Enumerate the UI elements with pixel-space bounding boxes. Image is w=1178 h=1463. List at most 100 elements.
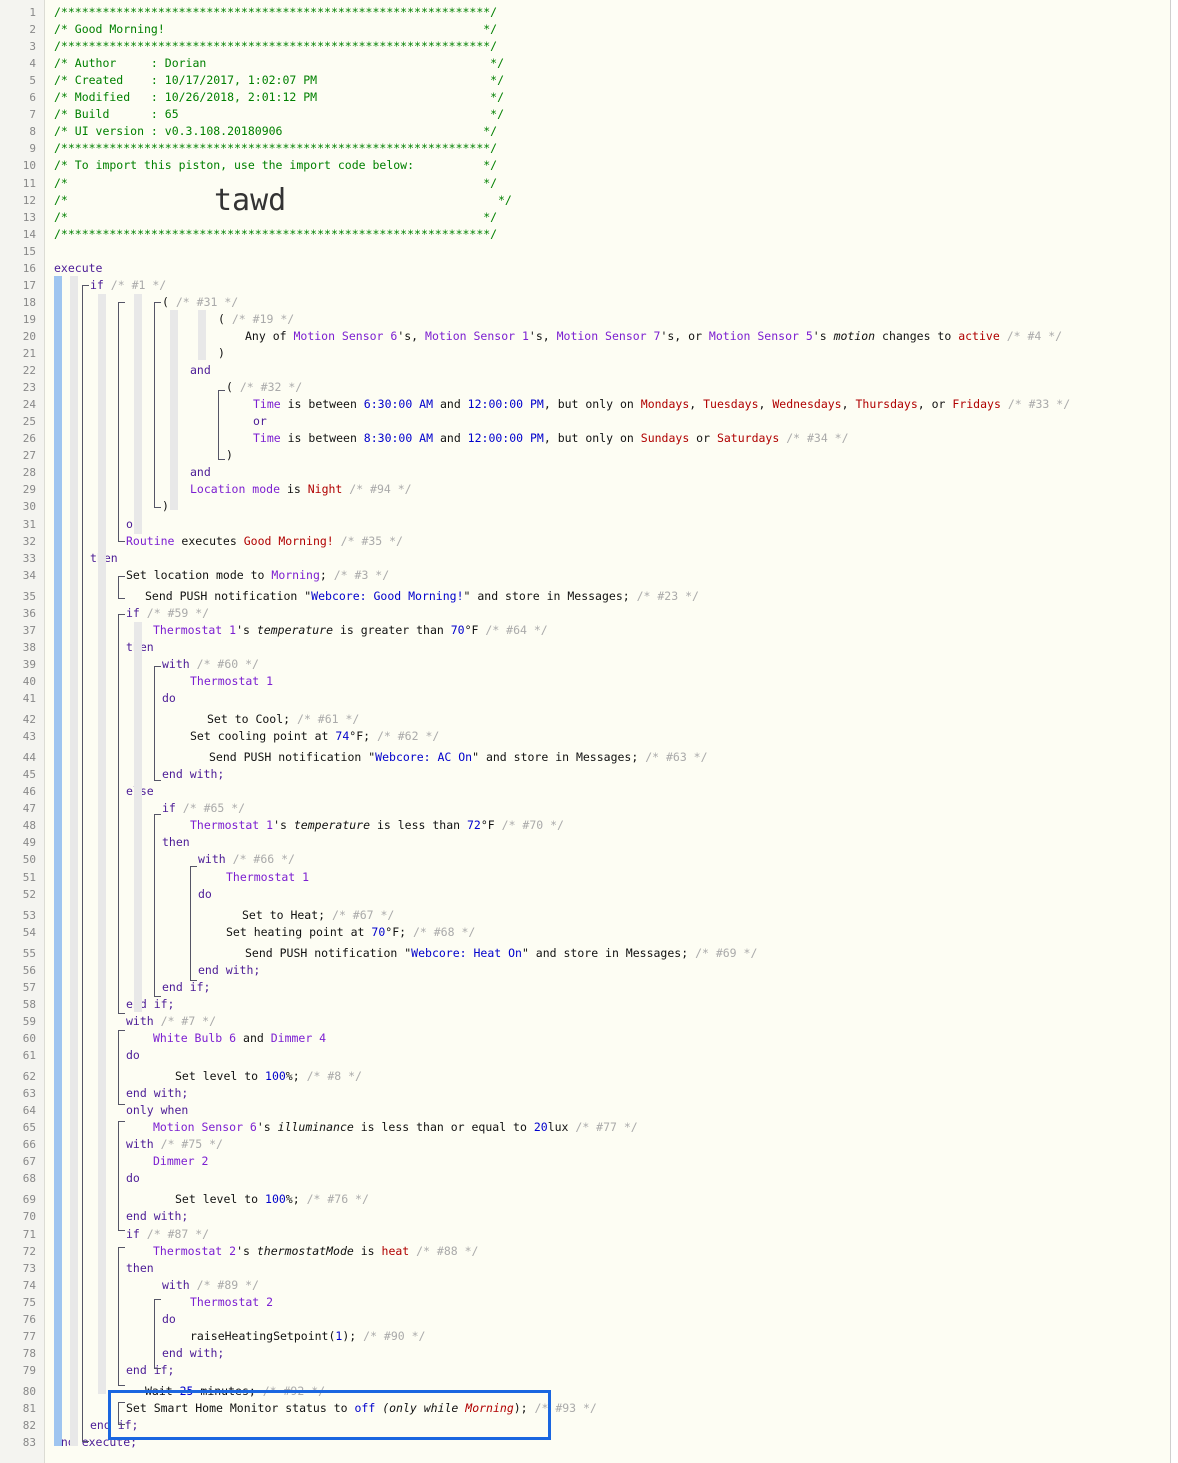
keyword-end-if: end if;	[162, 979, 211, 994]
statement-id: /* #76 */	[306, 1192, 369, 1207]
with-statement-60[interactable]: with /* #60 */	[162, 656, 259, 673]
device-thermostat-1[interactable]: Thermostat 1	[190, 673, 273, 690]
if-block-bar	[70, 276, 78, 1446]
with-statement-75[interactable]: with /* #75 */	[126, 1136, 223, 1153]
device-name: Motion Sensor 1	[425, 328, 529, 343]
device-list[interactable]: White Bulb 6 and Dimmer 4	[153, 1030, 326, 1047]
piston-code-viewer: 1 2 3 4 5 6 7 8 9 10 11 12 13 14 15 16 17 18 19 20 21 22 23 24 2…	[0, 0, 1171, 1463]
import-code: tawd	[214, 183, 287, 218]
device-thermostat-1[interactable]: Thermostat 1	[226, 869, 309, 886]
operator-and[interactable]: and	[190, 464, 211, 481]
action-set-level[interactable]: Set level to 100%; /* #8 */	[175, 1068, 362, 1085]
if-statement-87[interactable]: if /* #87 */	[126, 1226, 209, 1243]
day-value: Fridays	[952, 397, 1001, 412]
condition-thermostat-greater[interactable]: Thermostat 1's temperature is greater th…	[153, 622, 548, 639]
condition-text: Any of	[245, 328, 294, 343]
action-set-heat[interactable]: Set to Heat; /* #67 */	[242, 907, 394, 924]
condition-motion[interactable]: Any of Motion Sensor 6's, Motion Sensor …	[245, 328, 1062, 345]
operator-and[interactable]: and	[190, 362, 211, 379]
line-number: 62	[22, 1070, 36, 1084]
line-number: 11	[22, 176, 36, 190]
operator-or[interactable]: or	[253, 413, 267, 430]
condition-location-mode[interactable]: Location mode is Night /* #94 */	[190, 481, 412, 498]
separator: ,	[758, 397, 773, 412]
line-number: 16	[22, 261, 36, 275]
time-value: 12:00:00 PM	[467, 397, 544, 412]
with-statement-7[interactable]: with /* #7 */	[126, 1013, 216, 1030]
close-paren: )	[162, 499, 169, 514]
statement-id: /* #59 */	[146, 605, 210, 620]
statement-id: /* #65 */	[182, 801, 246, 816]
if-statement-1[interactable]: if /* #1 */	[90, 277, 166, 294]
action-set-location-mode[interactable]: Set location mode to Morning; /* #3 */	[126, 567, 389, 584]
line-number: 75	[22, 1295, 36, 1309]
number-value: 74	[335, 729, 350, 744]
action-text: ;	[319, 567, 327, 582]
line-number: 1	[29, 6, 36, 19]
message-text: Webcore: AC On	[375, 750, 473, 765]
line-number: 5	[29, 74, 36, 88]
line-number: 38	[22, 640, 36, 654]
line-number: 81	[22, 1402, 36, 1415]
condition-text: is between	[280, 431, 364, 446]
group-19[interactable]: ( /* #19 */	[218, 311, 294, 328]
attribute-name: illuminance	[277, 1120, 354, 1135]
action-set-level[interactable]: Set level to 100%; /* #76 */	[175, 1191, 369, 1208]
device-dimmer-2[interactable]: Dimmer 2	[153, 1153, 208, 1170]
line-number: 61	[22, 1049, 36, 1062]
line-number: 58	[22, 997, 36, 1011]
action-set-cooling-point[interactable]: Set cooling point at 74°F; /* #62 */	[190, 728, 439, 745]
line-number: 8	[29, 125, 36, 139]
line-number: 4	[29, 57, 36, 71]
condition-routine[interactable]: Routine executes Good Morning! /* #35 */	[126, 533, 403, 550]
condition-illuminance[interactable]: Motion Sensor 6's illuminance is less th…	[153, 1119, 638, 1136]
line-number: 48	[22, 819, 36, 833]
line-number: 34	[22, 568, 36, 582]
action-push-ac-on[interactable]: Send PUSH notification "Webcore: AC On" …	[209, 749, 708, 766]
with-statement-89[interactable]: with /* #89 */	[162, 1277, 259, 1294]
action-push-good-morning[interactable]: Send PUSH notification "Webcore: Good Mo…	[145, 588, 699, 605]
line-number: 71	[22, 1227, 36, 1241]
condition-thermostat-mode[interactable]: Thermostat 2's thermostatMode is heat /*…	[153, 1243, 478, 1260]
condition-thermostat-less[interactable]: Thermostat 1's temperature is less than …	[190, 817, 564, 834]
action-raise-heating-setpoint[interactable]: raiseHeatingSetpoint(1); /* #90 */	[190, 1328, 425, 1345]
number-value: 70	[450, 622, 465, 637]
statement-id: /* #34 */	[786, 431, 849, 446]
if-statement-65[interactable]: if /* #65 */	[162, 800, 245, 817]
unit-text: °F	[464, 622, 479, 637]
line-number: 23	[22, 381, 36, 395]
keyword-only-when: only when	[126, 1103, 189, 1118]
message-text: Webcore: Heat On	[411, 945, 522, 960]
statement-id: /* #89 */	[196, 1277, 259, 1292]
time-value: 8:30:00 AM	[363, 431, 434, 446]
line-number: 24	[22, 398, 36, 412]
device-name: Thermostat 1	[153, 622, 237, 637]
device-thermostat-2[interactable]: Thermostat 2	[190, 1294, 273, 1311]
time-label: Time	[253, 431, 281, 446]
action-push-heat-on[interactable]: Send PUSH notification "Webcore: Heat On…	[245, 945, 757, 962]
device-name: Routine	[126, 533, 175, 548]
if-statement-59[interactable]: if /* #59 */	[126, 605, 209, 622]
action-set-cool[interactable]: Set to Cool; /* #61 */	[207, 711, 359, 728]
line-number: 79	[22, 1363, 36, 1377]
condition-time-weekend[interactable]: Time is between 8:30:00 AM and 12:00:00 …	[253, 430, 849, 447]
statement-id: /* #31 */	[175, 294, 239, 309]
statement-id: /* #35 */	[340, 533, 403, 548]
group-32[interactable]: ( /* #32 */	[226, 379, 302, 396]
header-import-prefix: /*	[54, 192, 68, 207]
group-31[interactable]: ( /* #31 */	[162, 294, 238, 311]
with-statement-66[interactable]: with /* #66 */	[198, 851, 295, 868]
condition-time-weekday[interactable]: Time is between 6:30:00 AM and 12:00:00 …	[253, 396, 1070, 413]
line-number-gutter: 1 2 3 4 5 6 7 8 9 10 11 12 13 14 15 16 17 18 19 20 21 22 23 24 2…	[0, 0, 45, 1463]
condition-group-bar	[134, 294, 142, 534]
action-set-heating-point[interactable]: Set heating point at 70°F; /* #68 */	[226, 924, 475, 941]
statement-id: /* #75 */	[160, 1137, 223, 1152]
attribute-name: temperature	[256, 622, 334, 637]
header-title: /* Good Morning! */	[54, 22, 498, 37]
keyword-then: then	[126, 1260, 154, 1275]
header-modified: /* Modified : 10/26/2018, 2:01:12 PM */	[54, 90, 505, 105]
device-name: Motion Sensor 7	[556, 328, 661, 343]
line-number: 60	[22, 1031, 36, 1045]
number-value: 20	[533, 1120, 548, 1135]
condition-value: active	[958, 328, 1000, 343]
